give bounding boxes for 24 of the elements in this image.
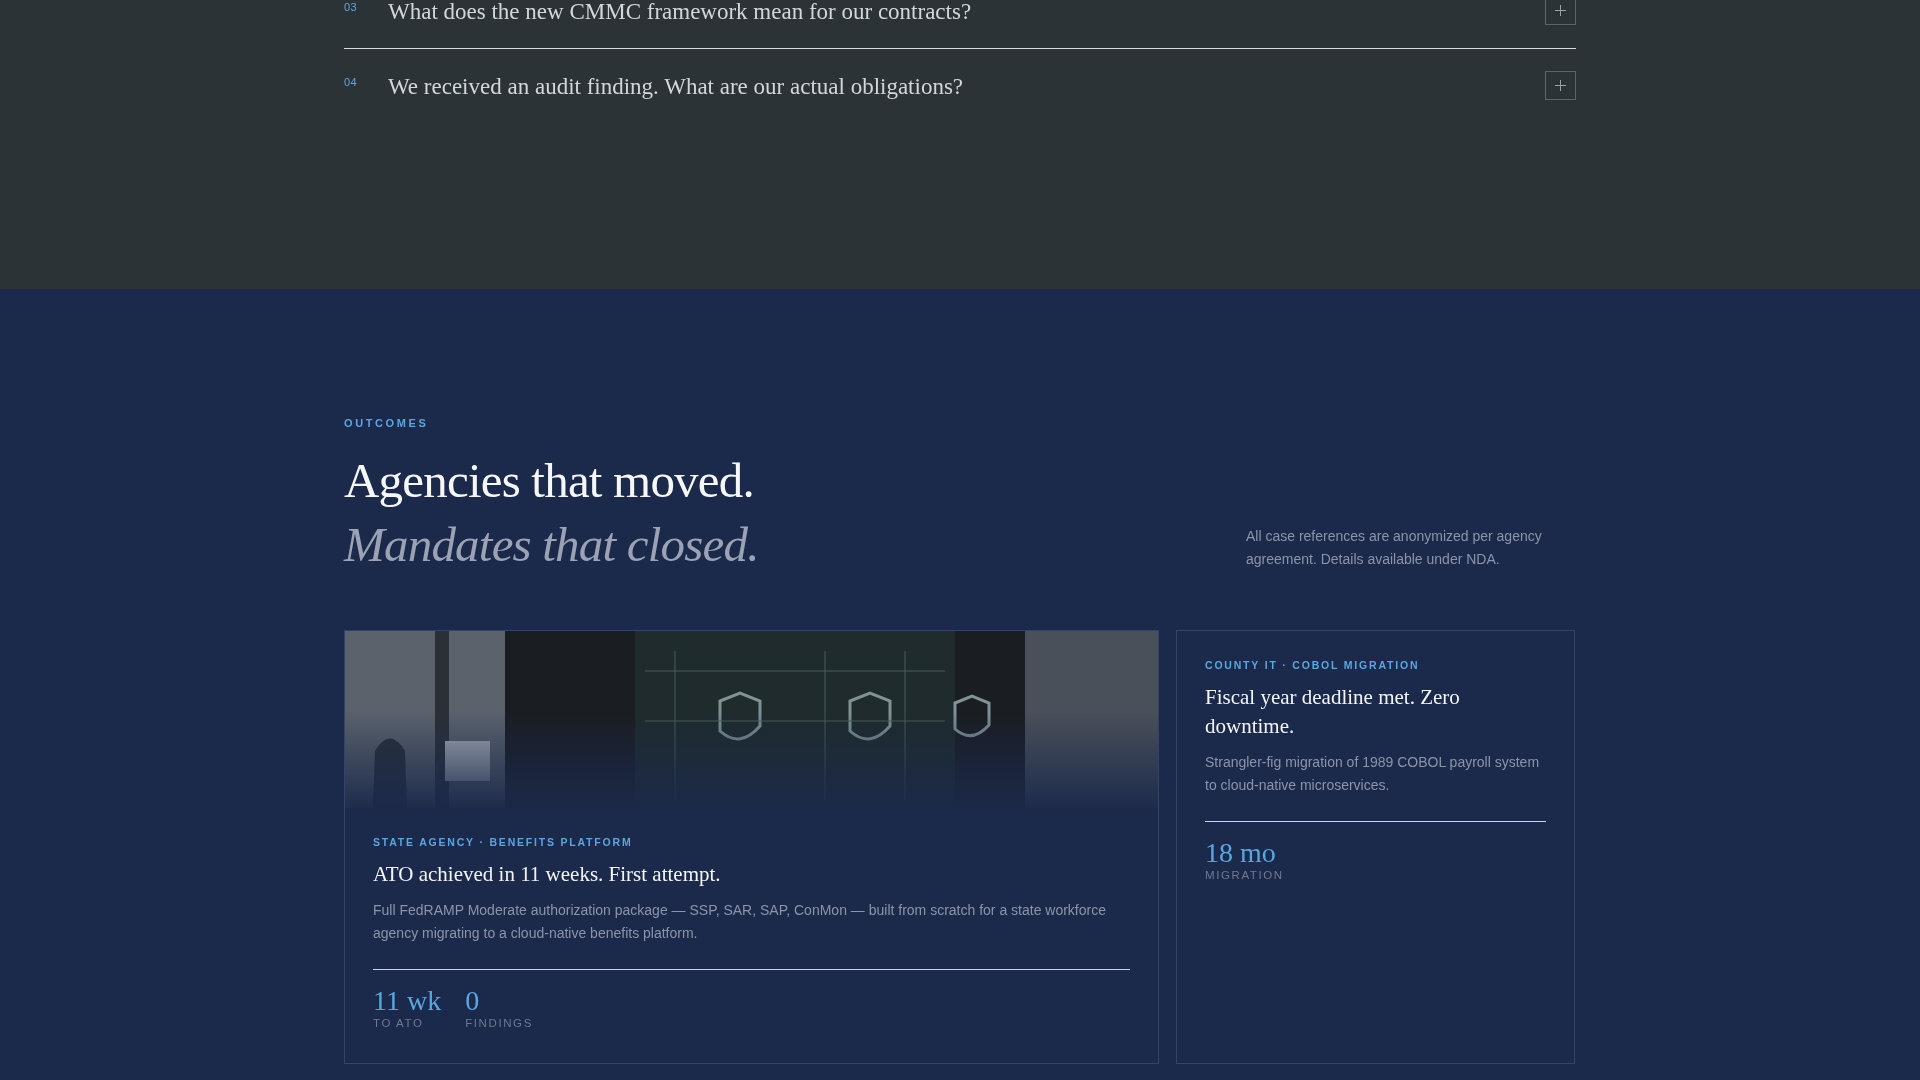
case-description: Strangler-fig migration of 1989 COBOL payroll system to cloud-native microservices. [1205,753,1541,795]
stat-label: TO ATO [373,1017,425,1029]
case-tag: STATE AGENCY · BENEFITS PLATFORM [373,836,1130,848]
case-tag: COUNTY IT · COBOL MIGRATION [1205,659,1546,671]
stat-value: 0 [465,986,481,1016]
plus-icon [1555,5,1566,16]
question-text: We received an audit finding. What are our actual obligations? [388,73,965,101]
stat-value: 11 wk [373,986,442,1016]
stat-label: FINDINGS [465,1017,533,1029]
question-number: 03 [344,0,359,13]
stat-value: 18 mo [1205,838,1277,868]
case-title: ATO achieved in 11 weeks. First attempt. [373,861,722,888]
case-description: Full FedRAMP Moderate authorization package — SSP, SAR, SAP, ConMon — built from scratch for a state workforce agency migrating to a cloud-native benefits platform. [373,901,1107,943]
expand-button[interactable] [1545,0,1576,25]
headline: Agencies that moved. [344,452,755,510]
stat-label: MIGRATION [1205,869,1284,881]
disclaimer-note: All case references are anonymized per agency agreement. Details available under NDA. [1246,527,1543,569]
question-number: 04 [344,75,359,88]
headline-italic: Mandates that closed. [344,516,759,574]
section-eyebrow: OUTCOMES [344,417,430,429]
question-text: What does the new CMMC framework mean for our contracts? [388,0,973,26]
expand-button[interactable] [1545,71,1576,100]
case-title: Fiscal year deadline met. Zero downtime. [1205,684,1461,740]
plus-icon [1555,80,1566,91]
